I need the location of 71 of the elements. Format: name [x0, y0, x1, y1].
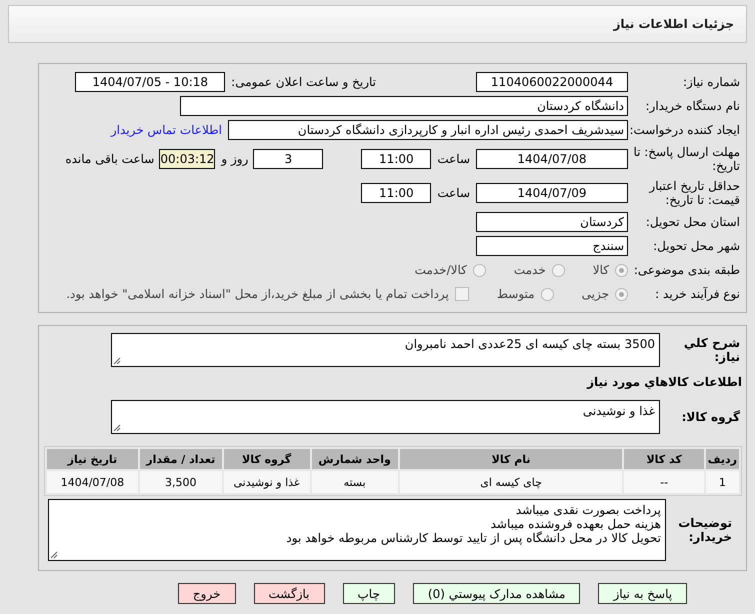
page-title: جزئیات اطلاعات نیاز: [613, 17, 734, 31]
option-label: جزیی: [582, 287, 609, 301]
field-label: حداقل تاریخ اعتبار قیمت: تا تاریخ:: [648, 179, 741, 207]
group-field[interactable]: غذا و نوشیدنی: [111, 400, 660, 434]
exit-button[interactable]: بازگشت: [254, 583, 324, 604]
column-header: تعداد / مقدار: [140, 449, 222, 469]
announce-date-field[interactable]: 1404/07/05 - 10:18: [75, 72, 226, 92]
radio-button[interactable]: [615, 264, 628, 276]
table-cell: 1404/07/08: [47, 471, 138, 493]
column-header: کد کالا: [624, 449, 704, 469]
section-heading: اطلاعات کالاهاي مورد نياز: [587, 375, 743, 389]
field-label: شهر محل تحویل:: [652, 239, 741, 253]
contact-link[interactable]: اطلاعات تماس خریدار: [110, 123, 222, 137]
description-field[interactable]: 3500 بسته چای کیسه ای 25عددی احمد نامبروان: [111, 333, 660, 367]
buyer-field[interactable]: دانشگاه کردستان: [180, 96, 628, 116]
time-label: ساعت: [437, 152, 470, 166]
action-button[interactable]: پاسخ به نیاز: [598, 583, 688, 604]
resize-handle-icon[interactable]: [113, 357, 121, 365]
field-label: شرح کلي نياز:: [682, 336, 741, 364]
field-label: ایجاد کننده درخواست:: [628, 123, 741, 137]
field-label: استان محل تحویل:: [644, 215, 741, 229]
table-cell: 3,500: [140, 471, 222, 493]
resize-handle-icon[interactable]: [113, 424, 121, 432]
note-line: تحویل کالا در محل دانشگاه پس از تایید توسط کارشناس مربوطه خواهد بود: [285, 531, 661, 545]
column-header: گروه کالا: [224, 449, 310, 469]
option-label: کالا/خدمت: [414, 263, 467, 277]
date-field[interactable]: 1404/07/09: [476, 183, 628, 203]
column-header: ردیف: [706, 449, 739, 469]
time-field[interactable]: 11:00: [361, 183, 432, 203]
notes-field[interactable]: پرداخت بصورت نقدی میباشد هزینه حمل بعهده فروشنده میباشد تحویل کالا در محل دانشگاه پس از تایید توسط کارشناس مربوطه خواهد بود: [48, 499, 666, 561]
option-label: کالا: [592, 263, 609, 277]
option-label: متوسط: [496, 287, 535, 301]
table-cell: غذا و نوشیدنی: [224, 471, 310, 493]
column-header: تاریخ نیاز: [47, 449, 138, 469]
field-label: گروه کالا:: [680, 410, 741, 424]
checkbox[interactable]: [454, 287, 469, 301]
radio-button[interactable]: [540, 288, 554, 300]
value-field[interactable]: کردستان: [476, 212, 628, 232]
radio-button[interactable]: [552, 264, 565, 276]
remaining-label: ساعت باقی مانده: [65, 152, 154, 166]
table-cell: بسته: [312, 471, 398, 493]
option-label: خدمت: [514, 263, 546, 277]
days-field[interactable]: 3: [253, 149, 324, 169]
date-field[interactable]: 1404/07/08: [476, 149, 628, 169]
days-label: روز و: [221, 152, 248, 166]
field-label: نوع فرآیند خرید :: [654, 287, 741, 301]
table-cell: 1: [706, 471, 739, 493]
time-field[interactable]: 11:00: [361, 149, 432, 169]
note-line: هزینه حمل بعهده فروشنده میباشد: [490, 517, 661, 531]
need-number-field[interactable]: 1104060022000044: [476, 72, 628, 92]
radio-button[interactable]: [615, 288, 628, 300]
action-button[interactable]: مشاهده مدارک پیوستي (0): [412, 583, 580, 604]
radio-button[interactable]: [472, 264, 486, 276]
resize-handle-icon[interactable]: [50, 551, 58, 559]
checkbox-label: پرداخت تمام یا بخشی از مبلغ خرید،از محل "اسناد خزانه اسلامی" خواهد بود.: [66, 287, 449, 301]
column-header: نام کالا: [400, 449, 622, 469]
creator-field[interactable]: سیدشریف احمدی رئیس اداره انبار و کارپردازی دانشگاه کردستان: [228, 120, 628, 140]
table-cell: چای کیسه ای: [400, 471, 622, 493]
time-label: ساعت: [437, 186, 470, 200]
note-line: پرداخت بصورت نقدی میباشد: [514, 503, 661, 517]
field-label: تاریخ و ساعت اعلان عمومی:: [231, 75, 376, 89]
exit-button[interactable]: خروج: [178, 583, 236, 604]
value-field[interactable]: سنندج: [476, 236, 628, 256]
field-label: طبقه بندی موضوعی:: [632, 263, 741, 277]
column-header: واحد شمارش: [312, 449, 398, 469]
action-button[interactable]: چاپ: [342, 583, 395, 604]
remaining-time-field: 00:03:12: [159, 149, 216, 169]
field-label: شماره نیاز:: [682, 75, 741, 89]
table-cell: --: [624, 471, 704, 493]
field-label: نام دستگاه خریدار:: [644, 99, 741, 113]
field-label: مهلت ارسال پاسخ: تا تاریخ:: [632, 145, 741, 173]
